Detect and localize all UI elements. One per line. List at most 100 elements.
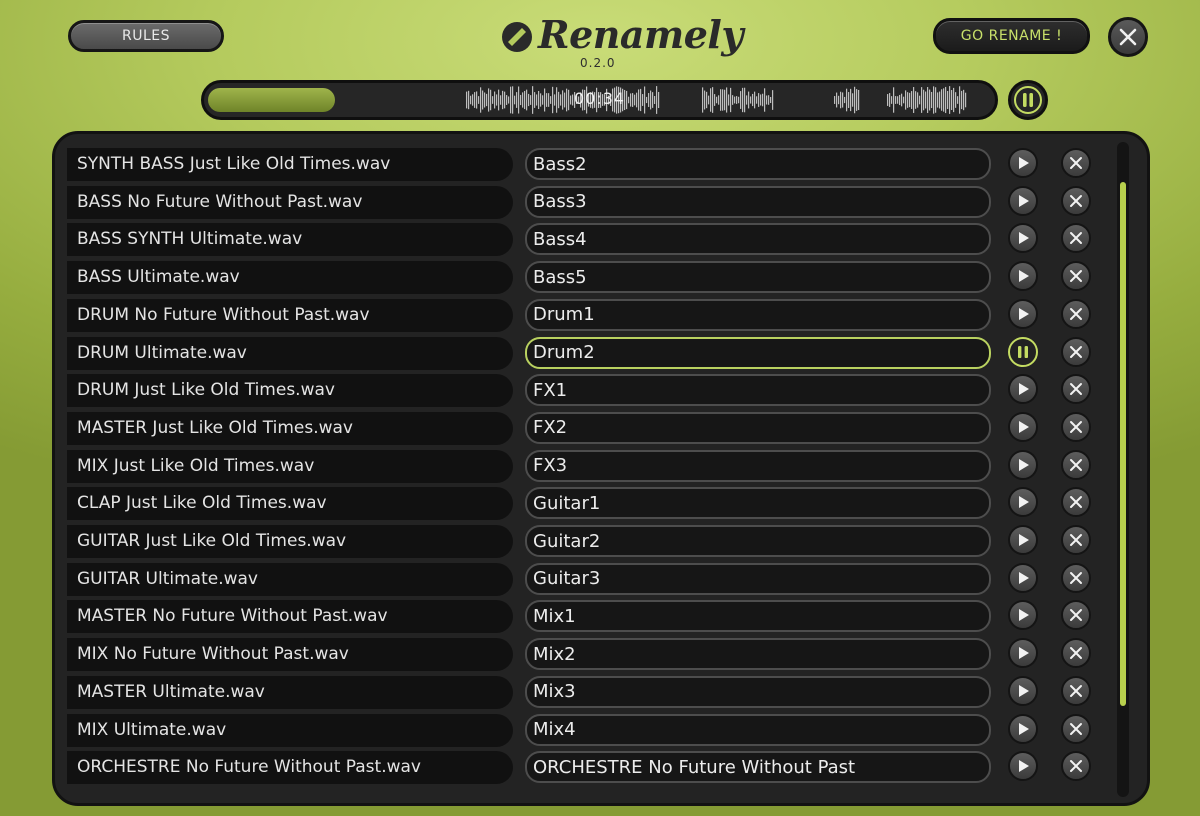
- scrollbar-thumb[interactable]: [1120, 182, 1126, 706]
- new-filename-input[interactable]: [525, 713, 991, 746]
- file-row: MASTER No Future Without Past.wav: [55, 598, 1115, 634]
- remove-button[interactable]: [1061, 675, 1091, 706]
- close-icon: [1070, 270, 1082, 283]
- play-button[interactable]: [1008, 223, 1038, 254]
- pause-button[interactable]: [1008, 336, 1038, 367]
- play-icon: [1019, 647, 1029, 660]
- remove-button[interactable]: [1061, 223, 1091, 254]
- play-icon: [1019, 760, 1029, 773]
- file-row: SYNTH BASS Just Like Old Times.wav: [55, 146, 1115, 182]
- play-button[interactable]: [1008, 148, 1038, 178]
- play-button[interactable]: [1008, 185, 1038, 216]
- original-filename: BASS SYNTH Ultimate.wav: [67, 223, 513, 257]
- remove-button[interactable]: [1061, 336, 1091, 367]
- file-list: SYNTH BASS Just Like Old Times.wav BASS N…: [55, 134, 1115, 803]
- original-filename: MASTER Ultimate.wav: [67, 675, 513, 709]
- remove-button[interactable]: [1061, 185, 1091, 216]
- play-button[interactable]: [1008, 713, 1038, 744]
- new-filename-input[interactable]: [525, 600, 991, 633]
- new-filename-input[interactable]: [525, 675, 991, 708]
- play-button[interactable]: [1008, 449, 1038, 480]
- remove-button[interactable]: [1061, 525, 1091, 555]
- remove-button[interactable]: [1061, 411, 1091, 442]
- play-icon: [1019, 157, 1029, 169]
- remove-button[interactable]: [1061, 148, 1091, 178]
- remove-button[interactable]: [1061, 298, 1091, 329]
- play-button[interactable]: [1008, 374, 1038, 405]
- new-filename-input[interactable]: [525, 336, 991, 369]
- file-row: BASS SYNTH Ultimate.wav: [55, 221, 1115, 257]
- original-filename: GUITAR Ultimate.wav: [67, 562, 513, 596]
- play-button[interactable]: [1008, 751, 1038, 782]
- remove-button[interactable]: [1061, 449, 1091, 480]
- new-filename-input[interactable]: [525, 487, 991, 520]
- file-row: DRUM No Future Without Past.wav: [55, 297, 1115, 333]
- play-button[interactable]: [1008, 600, 1038, 631]
- play-icon: [1019, 232, 1029, 245]
- new-filename-input[interactable]: [525, 751, 991, 784]
- play-icon: [1019, 571, 1029, 584]
- play-button[interactable]: [1008, 261, 1038, 292]
- play-icon: [1019, 722, 1029, 735]
- audio-scrubber[interactable]: 00:34: [201, 80, 998, 120]
- play-icon: [1019, 458, 1029, 471]
- play-button[interactable]: [1008, 638, 1038, 669]
- new-filename-input[interactable]: [525, 638, 991, 671]
- new-filename-input[interactable]: [525, 562, 991, 595]
- rules-label: RULES: [121, 28, 170, 44]
- new-filename-input[interactable]: [525, 374, 991, 407]
- new-filename-input[interactable]: [525, 411, 991, 444]
- close-icon: [1070, 157, 1082, 169]
- playback-time: 00:34: [573, 89, 626, 108]
- player-pause-button[interactable]: [1008, 80, 1048, 120]
- file-row: CLAP Just Like Old Times.wav: [55, 485, 1115, 521]
- new-filename-input[interactable]: [525, 449, 991, 482]
- original-filename: BASS No Future Without Past.wav: [67, 185, 513, 219]
- file-list-panel: SYNTH BASS Just Like Old Times.wav BASS N…: [52, 131, 1150, 806]
- new-filename-input[interactable]: [525, 298, 991, 331]
- play-icon: [1019, 420, 1029, 433]
- file-row: GUITAR Ultimate.wav: [55, 561, 1115, 597]
- file-row: MIX Ultimate.wav: [55, 712, 1115, 748]
- new-filename-input[interactable]: [525, 261, 991, 294]
- play-button[interactable]: [1008, 562, 1038, 593]
- play-button[interactable]: [1008, 298, 1038, 329]
- new-filename-input[interactable]: [525, 525, 991, 557]
- close-button[interactable]: [1108, 17, 1148, 57]
- original-filename: DRUM Just Like Old Times.wav: [67, 374, 513, 408]
- close-icon: [1070, 307, 1082, 320]
- close-icon: [1070, 647, 1082, 660]
- remove-button[interactable]: [1061, 374, 1091, 405]
- close-icon: [1070, 760, 1082, 773]
- original-filename: DRUM No Future Without Past.wav: [67, 298, 513, 332]
- close-icon: [1070, 722, 1082, 735]
- play-button[interactable]: [1008, 411, 1038, 442]
- remove-button[interactable]: [1061, 600, 1091, 631]
- rules-button[interactable]: RULES: [68, 20, 224, 52]
- remove-button[interactable]: [1061, 487, 1091, 518]
- go-rename-label: GO RENAME !: [960, 28, 1063, 44]
- original-filename: MASTER Just Like Old Times.wav: [67, 411, 513, 445]
- remove-button[interactable]: [1061, 713, 1091, 744]
- close-icon: [1119, 28, 1137, 46]
- remove-button[interactable]: [1061, 638, 1091, 669]
- app-version: 0.2.0: [580, 56, 616, 70]
- file-row: GUITAR Just Like Old Times.wav: [55, 523, 1115, 559]
- close-icon: [1070, 232, 1082, 245]
- new-filename-input[interactable]: [525, 185, 991, 218]
- play-button[interactable]: [1008, 675, 1038, 706]
- close-icon: [1070, 534, 1082, 546]
- original-filename: MIX No Future Without Past.wav: [67, 638, 513, 672]
- go-rename-button[interactable]: GO RENAME !: [933, 18, 1090, 54]
- app-name: Renamely: [538, 12, 743, 57]
- close-icon: [1070, 194, 1082, 207]
- new-filename-input[interactable]: [525, 223, 991, 256]
- remove-button[interactable]: [1061, 261, 1091, 292]
- play-button[interactable]: [1008, 525, 1038, 555]
- new-filename-input[interactable]: [525, 148, 991, 180]
- remove-button[interactable]: [1061, 751, 1091, 782]
- file-row: MIX Just Like Old Times.wav: [55, 448, 1115, 484]
- play-button[interactable]: [1008, 487, 1038, 518]
- scrollbar[interactable]: [1117, 142, 1129, 797]
- remove-button[interactable]: [1061, 562, 1091, 593]
